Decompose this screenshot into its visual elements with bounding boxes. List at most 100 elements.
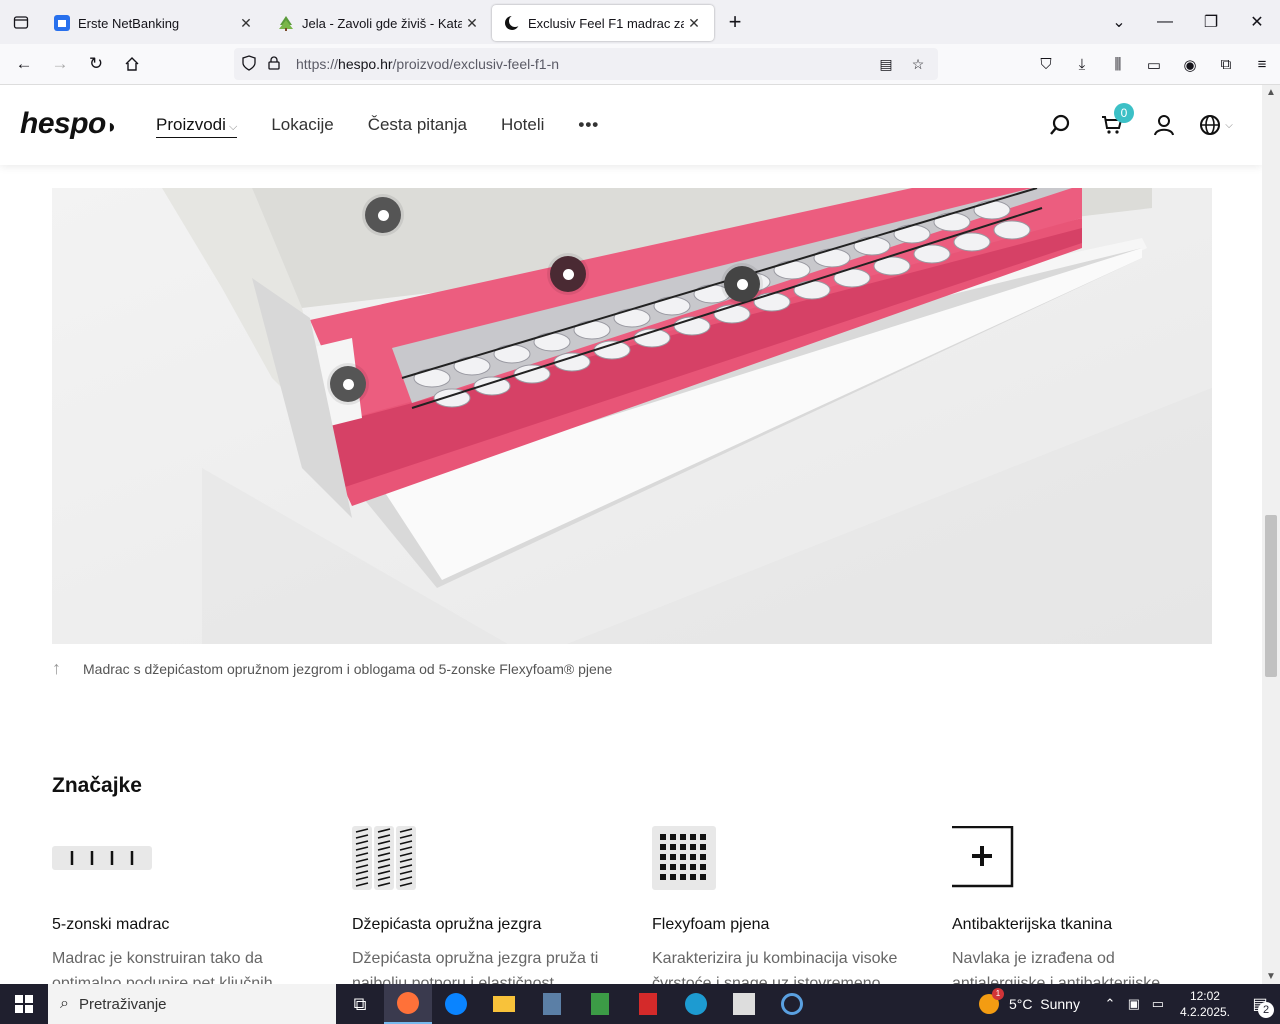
tab-erste[interactable]: Erste NetBanking ✕ (42, 5, 266, 41)
taskbar-search[interactable]: ⌕ Pretraživanje (48, 984, 336, 1024)
thunderbird-taskbar-icon[interactable] (432, 984, 480, 1024)
feature-name: Flexyfoam pjena (652, 916, 770, 933)
account-icon[interactable]: ◉ (1172, 56, 1208, 74)
windows-start-icon[interactable] (0, 984, 48, 1024)
browser-tab-strip: Erste NetBanking ✕ Jela - Zavoli gde živ… (0, 0, 1280, 44)
hotspot-springs[interactable] (724, 266, 760, 302)
url-bar[interactable]: https://hespo.hr/proizvod/exclusiv-feel-… (234, 48, 938, 80)
tab-title: Exclusiv Feel F1 madrac za savrš (528, 15, 684, 31)
close-window-button[interactable]: ✕ (1234, 12, 1280, 32)
hespo-logo[interactable]: hespo◗ (20, 107, 118, 141)
feature-desc: Karakterizira ju kombinacija visoke čvrs… (652, 950, 898, 984)
plus-icon (952, 825, 1212, 890)
bookmark-star-icon[interactable]: ☆ (902, 56, 934, 73)
feature-desc: Navlaka je izrađena od antialergijske i … (952, 950, 1161, 984)
network-icon[interactable]: ▭ (1146, 996, 1170, 1012)
feature-name: 5-zonski madrac (52, 916, 170, 933)
image-caption: ↑ Madrac s džepićastom opružnom jezgrom … (52, 658, 612, 679)
url-text: https://hespo.hr/proizvod/exclusiv-feel-… (296, 56, 559, 72)
file-explorer-icon[interactable] (480, 984, 528, 1024)
main-menu: Proizvodi ⌵ Lokacije Česta pitanja Hotel… (156, 115, 633, 138)
downloads-icon[interactable]: ⤓ (1064, 56, 1100, 73)
meet-now-icon[interactable]: ▣ (1122, 996, 1146, 1012)
new-tab-button[interactable]: + (714, 9, 756, 35)
url-host: hespo.hr (338, 56, 393, 72)
chevron-down-icon: ⌵ (1225, 119, 1233, 131)
menu-item-proizvodi[interactable]: Proizvodi ⌵ (156, 115, 238, 138)
caption-text: Madrac s džepićastom opružnom jezgrom i … (83, 660, 613, 677)
list-all-tabs-icon[interactable]: ⌄ (1096, 12, 1142, 32)
search-icon[interactable] (1034, 109, 1086, 141)
menu-label: Proizvodi (156, 115, 226, 134)
tree-favicon-icon (278, 15, 294, 31)
spreadsheet-app-icon[interactable] (576, 984, 624, 1024)
language-globe-icon[interactable]: ⌵ (1190, 109, 1242, 141)
feature-antibacterial: Antibakterijska tkanina Navlaka je izrađ… (952, 825, 1212, 984)
taskbar-clock[interactable]: 12:02 4.2.2025. (1180, 988, 1230, 1020)
restore-button[interactable]: ❐ (1188, 12, 1234, 32)
scrollbar-thumb[interactable] (1265, 515, 1277, 677)
system-tray: 5°C Sunny ⌃ ▣ ▭ 12:02 4.2.2025. ▤ 2 (978, 984, 1280, 1024)
forward-icon[interactable]: → (42, 48, 78, 80)
system-app-icon[interactable] (768, 984, 816, 1024)
cart-count-badge: 0 (1114, 103, 1134, 123)
app-menu-icon[interactable]: ≡ (1244, 56, 1280, 73)
document-app-icon[interactable] (528, 984, 576, 1024)
moon-favicon-icon (504, 15, 520, 31)
site-header: hespo◗ Proizvodi ⌵ Lokacije Česta pitanj… (0, 85, 1262, 165)
edge-browser-icon[interactable] (672, 984, 720, 1024)
sidebar-icon[interactable]: ▭ (1136, 56, 1172, 74)
pocket-icon[interactable]: ⛉ (1028, 56, 1064, 73)
hotspot-cover[interactable] (365, 197, 401, 233)
windows-taskbar: ⌕ Pretraživanje ⧉ 5°C Sunny ⌃ ▣ ▭ 12:02 … (0, 984, 1280, 1024)
cart-icon[interactable]: 0 (1086, 103, 1138, 141)
close-tab-icon[interactable]: ✕ (462, 15, 482, 32)
library-icon[interactable]: ⫼ (1100, 56, 1136, 73)
features-title: Značajke (52, 774, 142, 797)
hotspot-side[interactable] (330, 366, 366, 402)
more-menu-icon[interactable]: ••• (578, 115, 599, 138)
lock-icon[interactable] (268, 55, 292, 73)
feature-5-zone: 5-zonski madrac Madrac je konstruiran ta… (52, 826, 312, 984)
weather-widget[interactable]: 5°C Sunny (978, 988, 1080, 1014)
extensions-icon[interactable]: ⧉ (1208, 56, 1244, 73)
foam-grid-icon (652, 826, 912, 890)
firefox-taskbar-icon[interactable] (384, 984, 432, 1024)
browser-navbar: ← → ↻ https://hespo.hr/proizvod/exclusiv… (0, 44, 1280, 85)
minimize-button[interactable]: — (1142, 13, 1188, 31)
search-icon: ⌕ (60, 995, 69, 1012)
zones-icon (52, 826, 312, 890)
chevron-up-icon[interactable]: ⌃ (1098, 996, 1122, 1012)
task-view-icon[interactable]: ⧉ (336, 984, 384, 1024)
search-placeholder: Pretraživanje (78, 995, 167, 1013)
clock-date: 4.2.2025. (1179, 1005, 1230, 1019)
page-scrollbar[interactable]: ▲ ▼ (1262, 85, 1280, 984)
tab-list-icon[interactable] (0, 0, 42, 44)
notifications-icon[interactable]: ▤ 2 (1240, 984, 1280, 1024)
weather-desc: Sunny (1040, 996, 1080, 1012)
reader-view-icon[interactable]: ▤ (870, 56, 902, 73)
close-tab-icon[interactable]: ✕ (236, 15, 256, 32)
home-icon[interactable] (114, 48, 150, 80)
back-icon[interactable]: ← (6, 48, 42, 80)
feature-name: Antibakterijska tkanina (952, 916, 1113, 933)
feature-name: Džepićasta opružna jezgra (352, 916, 542, 933)
website: hespo◗ Proizvodi ⌵ Lokacije Česta pitanj… (0, 85, 1262, 984)
url-scheme: https:// (296, 56, 339, 72)
hotspot-foam[interactable] (550, 256, 586, 292)
close-tab-icon[interactable]: ✕ (684, 15, 704, 32)
scroll-down-icon[interactable]: ▼ (1262, 971, 1280, 982)
tab-jela[interactable]: Jela - Zavoli gde živiš - Katalog ✕ (266, 5, 492, 41)
shield-icon[interactable] (242, 54, 268, 74)
reload-icon[interactable]: ↻ (78, 48, 114, 80)
menu-item-lokacije[interactable]: Lokacije (271, 115, 333, 138)
pdf-reader-icon[interactable] (624, 984, 672, 1024)
mattress-illustration (52, 188, 1212, 644)
user-icon[interactable] (1138, 109, 1190, 141)
menu-item-hoteli[interactable]: Hoteli (501, 115, 544, 138)
menu-item-cesta-pitanja[interactable]: Česta pitanja (368, 115, 467, 138)
scroll-up-icon[interactable]: ▲ (1262, 87, 1280, 98)
image-app-icon[interactable] (720, 984, 768, 1024)
tab-hespo-active[interactable]: Exclusiv Feel F1 madrac za savrš ✕ (492, 5, 714, 41)
weather-temp: 5°C (1008, 996, 1033, 1012)
